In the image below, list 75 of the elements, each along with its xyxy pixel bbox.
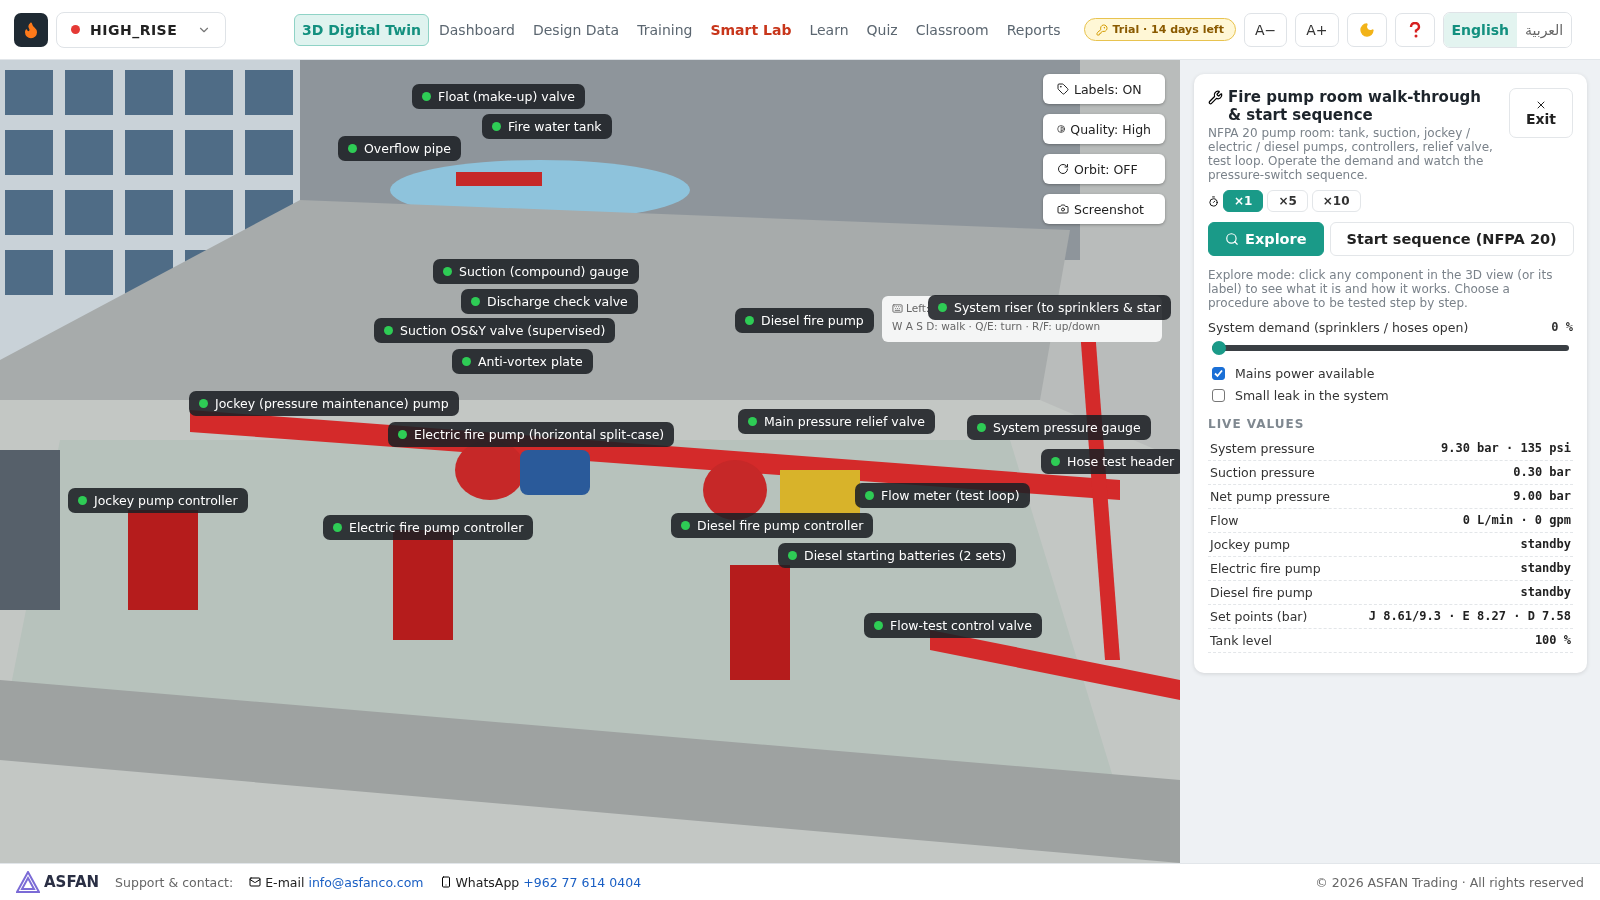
component-label[interactable]: Flow meter (test loop) — [855, 483, 1030, 508]
nav-tab[interactable]: Design Data — [524, 13, 628, 46]
checkbox-label: Mains power available — [1235, 366, 1375, 381]
speed-button[interactable]: ×5 — [1267, 190, 1308, 212]
component-label[interactable]: Diesel fire pump — [735, 308, 874, 333]
component-label[interactable]: Fire water tank — [482, 114, 612, 139]
procedure-title: Fire pump room walk-through & start sequence — [1228, 88, 1482, 124]
component-label[interactable]: Hose test header — [1041, 449, 1180, 474]
trial-badge: Trial · 14 days left — [1084, 18, 1236, 41]
view-control-button[interactable]: Labels: ON — [1043, 74, 1165, 104]
exit-button[interactable]: Exit — [1509, 88, 1573, 138]
procedure-description: NFPA 20 pump room: tank, suction, jockey / electric / diesel pumps, controllers, relief valve, test loop. Operate the demand and watch the pressure-switch sequence. — [1208, 126, 1494, 182]
value-name: Jockey pump — [1210, 537, 1291, 552]
value-reading: standby — [1520, 561, 1571, 576]
value-reading: 0.30 bar — [1513, 465, 1571, 480]
font-size-button[interactable]: A− — [1243, 12, 1288, 47]
component-label[interactable]: Electric fire pump (horizontal split-case) — [388, 422, 675, 447]
section-heading: LIVE VALUES — [1208, 417, 1306, 431]
phone-link[interactable]: +962 77 614 0404 — [523, 874, 642, 890]
email-link[interactable]: info@asfanco.com — [308, 874, 424, 890]
component-label[interactable]: Electric fire pump controller — [323, 515, 534, 540]
component-label[interactable]: Float (make-up) valve — [412, 84, 585, 109]
nav-tab[interactable]: Learn — [801, 13, 857, 46]
hint-text: W A S D: walk · Q/E: turn · R/F: up/down — [892, 320, 1102, 332]
value-name: Diesel fire pump — [1210, 585, 1313, 600]
value-reading: 9.30 bar · 135 psi — [1440, 441, 1571, 456]
view-control-button[interactable]: Screenshot — [1043, 194, 1165, 224]
component-label[interactable]: Jockey pump controller — [68, 488, 248, 513]
component-label[interactable]: Overflow pipe — [338, 136, 461, 161]
nav-tab[interactable]: Quiz — [858, 13, 906, 46]
speed-button[interactable]: ×10 — [1311, 190, 1361, 212]
component-label[interactable]: System riser (to sprinklers & star — [928, 295, 1171, 320]
nav-tab[interactable]: Classroom — [907, 13, 997, 46]
component-label[interactable]: Diesel fire pump controller — [671, 513, 874, 538]
value-reading: 0 L/min · 0 gpm — [1462, 513, 1571, 528]
view-control-button[interactable]: Quality: High — [1043, 114, 1165, 144]
component-label[interactable]: Anti-vortex plate — [452, 349, 593, 374]
value-name: Net pump pressure — [1210, 489, 1330, 504]
nav-tab[interactable]: Smart Lab — [702, 13, 800, 46]
brand-name: ASFAN — [44, 873, 100, 891]
support-label: Support & contact: — [115, 874, 234, 890]
value-name: Suction pressure — [1210, 465, 1315, 480]
value-name: Tank level — [1210, 633, 1273, 648]
font-size-button[interactable]: A+ — [1295, 12, 1339, 47]
value-reading: 100 % — [1534, 633, 1571, 648]
component-label[interactable]: Suction OS&Y valve (supervised) — [374, 318, 616, 343]
value-name: Set points (bar) — [1210, 609, 1308, 624]
component-label[interactable]: Main pressure relief valve — [738, 409, 935, 434]
value-name: Flow — [1210, 513, 1239, 528]
nav-tab[interactable]: Dashboard — [431, 13, 523, 46]
mode-help-text: Explore mode: click any component in the 3D view (or its label) to see what it is and how it works. Choose a procedure above to be tested step by step. — [1208, 268, 1554, 310]
hint-text: Left: — [906, 302, 930, 314]
value-name: System pressure — [1210, 441, 1315, 456]
nav-tab[interactable]: Reports — [998, 13, 1069, 46]
email-label: E-mail — [265, 874, 305, 890]
value-reading: 9.00 bar — [1513, 489, 1571, 504]
mode-button[interactable]: Start sequence (NFPA 20) — [1329, 222, 1574, 256]
nav-tab[interactable]: Training — [629, 13, 701, 46]
value-reading: standby — [1520, 585, 1571, 600]
view-control-button[interactable]: Orbit: OFF — [1043, 154, 1165, 184]
copyright-text: © 2026 ASFAN Trading · All rights reserved — [1315, 874, 1584, 890]
value-reading: standby — [1520, 537, 1571, 552]
value-reading: J 8.61/9.3 · E 8.27 · D 7.58 — [1368, 609, 1571, 624]
component-label[interactable]: Flow-test control valve — [864, 613, 1042, 638]
component-label[interactable]: Diesel starting batteries (2 sets) — [778, 543, 1017, 568]
demand-reading: 0 % — [1551, 320, 1573, 335]
component-label[interactable]: Discharge check valve — [461, 289, 638, 314]
whatsapp-label: WhatsApp — [455, 874, 520, 890]
component-label[interactable]: Jockey (pressure maintenance) pump — [189, 391, 459, 416]
project-select[interactable]: HIGH_RISE — [56, 11, 226, 48]
checkbox-label: Small leak in the system — [1235, 388, 1389, 403]
demand-label: System demand (sprinklers / hoses open) — [1208, 320, 1469, 335]
value-name: Electric fire pump — [1210, 561, 1321, 576]
component-label[interactable]: Suction (compound) gauge — [433, 259, 639, 284]
component-label[interactable]: System pressure gauge — [967, 415, 1151, 440]
